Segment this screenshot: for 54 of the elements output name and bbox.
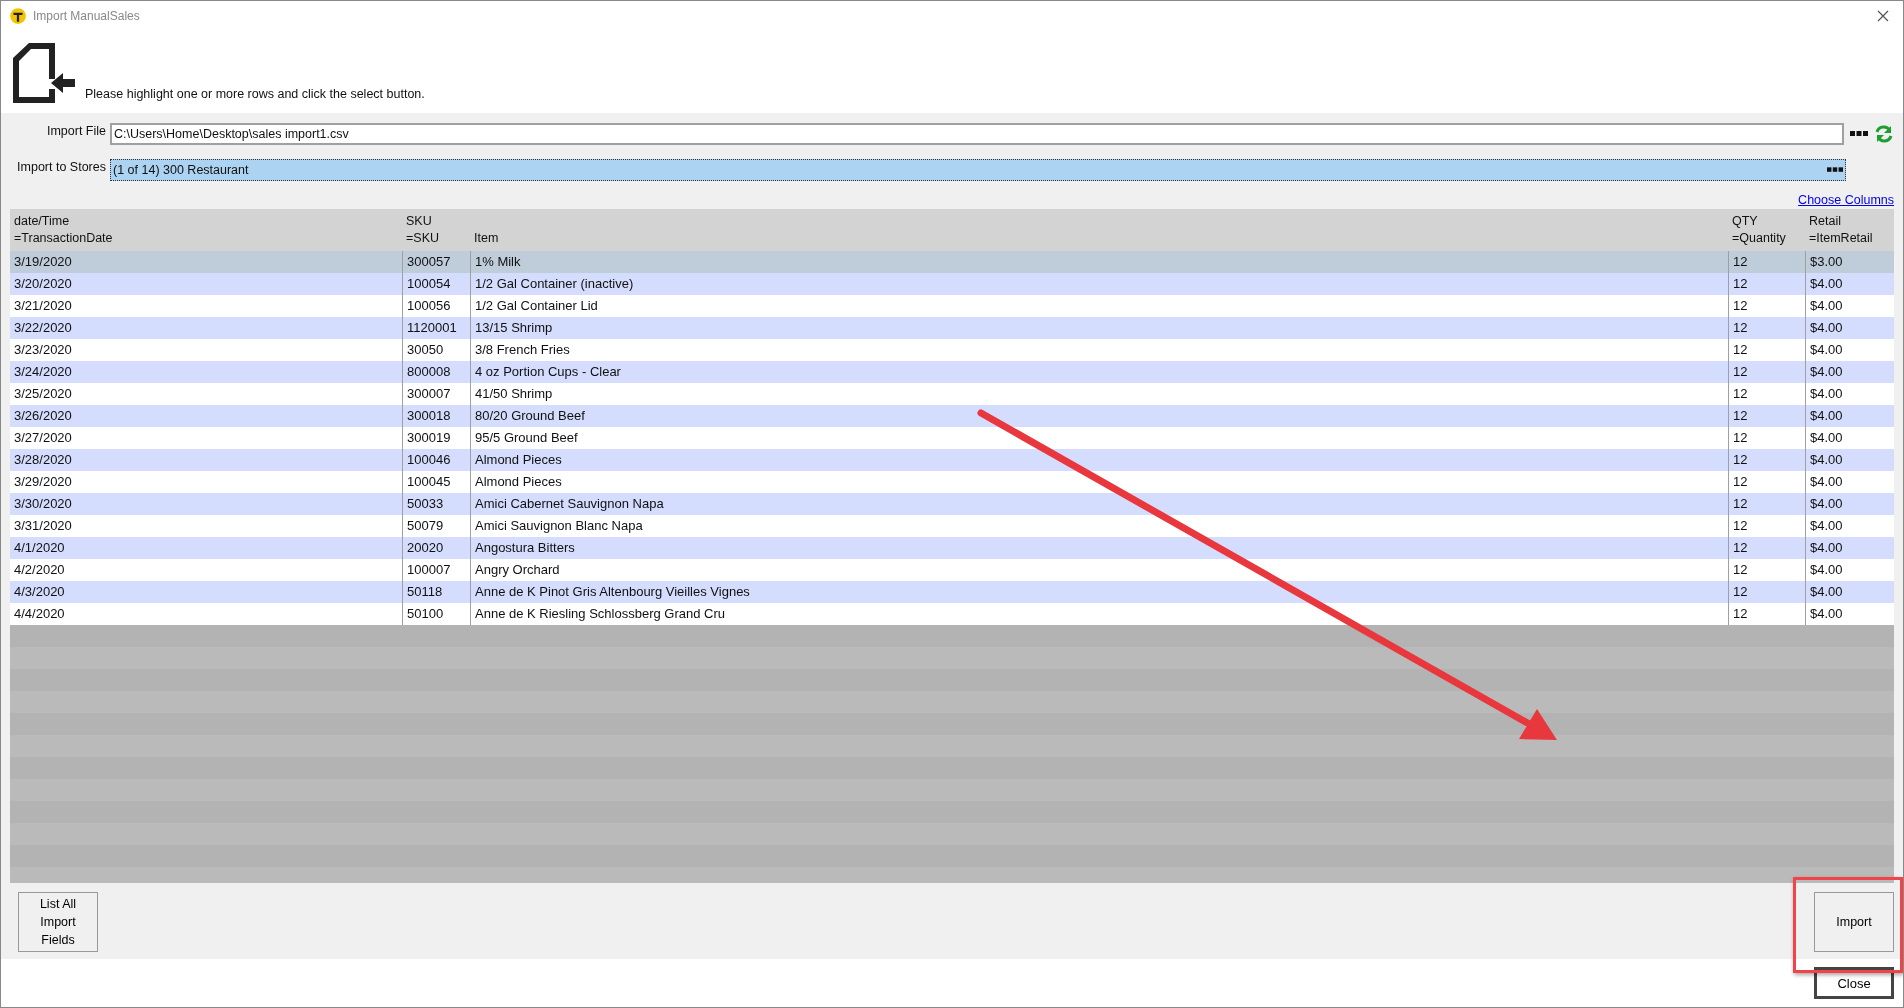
table-row[interactable]: 3/29/2020 100045 Almond Pieces 12 $4.00 xyxy=(10,471,1894,493)
import-file-field[interactable]: C:\Users\Home\Desktop\sales import1.csv xyxy=(110,123,1844,145)
table-cell-text: 3/22/2020 xyxy=(13,319,73,337)
table-cell-text: 4/4/2020 xyxy=(13,605,66,623)
table-row[interactable]: 3/28/2020 100046 Almond Pieces 12 $4.00 xyxy=(10,449,1894,471)
stores-value: (1 of 14) 300 Restaurant xyxy=(113,163,249,177)
table-row[interactable]: 3/31/2020 50079 Amici Sauvignon Blanc Napa 12 $4.00 xyxy=(10,515,1894,537)
table-cell-text: 3/30/2020 xyxy=(13,495,73,513)
column-header[interactable]: date/Time =TransactionDate xyxy=(10,209,402,251)
import-button[interactable]: Import xyxy=(1814,891,1894,952)
table-cell-text: 3/26/2020 xyxy=(13,407,73,425)
import-file-label: Import File xyxy=(45,124,106,138)
app-logo-icon xyxy=(9,7,27,25)
table-row[interactable]: 4/2/2020 100007 Angry Orchard 12 $4.00 xyxy=(10,559,1894,581)
choose-columns-link[interactable]: Choose Columns xyxy=(1798,193,1894,207)
table-cell-text: 3/20/2020 xyxy=(13,275,73,293)
table-row[interactable]: 3/22/2020 1120001 13/15 Shrimp 12 $4.00 xyxy=(10,317,1894,339)
table-cell-text: 3/28/2020 xyxy=(13,451,73,469)
list-all-import-fields-button[interactable]: List All Import Fields xyxy=(18,891,98,952)
stores-field[interactable]: (1 of 14) 300 Restaurant xyxy=(110,159,1846,181)
table-cell-text: 3/29/2020 xyxy=(13,473,73,491)
table-cell-text: 3/24/2020 xyxy=(13,363,73,381)
table-row[interactable]: 3/23/2020 30050 3/8 French Fries 12 $4.00 xyxy=(10,339,1894,361)
table-cell-text: 3/31/2020 xyxy=(13,517,73,535)
table-row[interactable]: 3/25/2020 300007 41/50 Shrimp 12 $4.00 xyxy=(10,383,1894,405)
column-header[interactable]: QTY =Quantity xyxy=(1728,209,1805,251)
close-button[interactable]: Close xyxy=(1814,967,1894,999)
table-cell-text: 3/19/2020 xyxy=(13,253,73,271)
table-cell-text: 3/25/2020 xyxy=(13,385,73,403)
table-row[interactable]: 3/20/2020 100054 1/2 Gal Container (inactive) 12 $4.00 xyxy=(10,273,1894,295)
import-to-stores-label: Import to Stores xyxy=(16,160,106,174)
ellipsis-icon[interactable] xyxy=(1827,167,1843,173)
table-row[interactable]: 4/4/2020 50100 Anne de K Riesling Schlossberg Grand Cru 12 $4.00 xyxy=(10,603,1894,625)
table-row[interactable]: 3/19/2020 300057 1% Milk 12 $3.00 xyxy=(10,251,1894,273)
table-cell-text: 3/27/2020 xyxy=(13,429,73,447)
table-cell-text: 3/23/2020 xyxy=(13,341,73,359)
table-row[interactable]: 3/24/2020 800008 4 oz Portion Cups - Clear 12 $4.00 xyxy=(10,361,1894,383)
table-cell-text: 3/21/2020 xyxy=(13,297,73,315)
table-row[interactable]: 3/30/2020 50033 Amici Cabernet Sauvignon Napa 12 $4.00 xyxy=(10,493,1894,515)
table-cell-text: 4/2/2020 xyxy=(13,561,66,579)
table-row[interactable]: 3/21/2020 100056 1/2 Gal Container Lid 12 $4.00 xyxy=(10,295,1894,317)
column-header[interactable]: SKU =SKU xyxy=(402,209,470,251)
table-row[interactable]: 4/3/2020 50118 Anne de K Pinot Gris Altenbourg Vieilles Vignes 12 $4.00 xyxy=(10,581,1894,603)
window-title: Import ManualSales xyxy=(33,9,141,23)
ellipsis-icon xyxy=(1850,131,1868,137)
table-row[interactable]: 3/27/2020 300019 95/5 Ground Beef 12 $4.00 xyxy=(10,427,1894,449)
instruction-text: Please highlight one or more rows and click the select button. xyxy=(85,87,425,101)
close-icon[interactable] xyxy=(1877,10,1889,22)
column-header[interactable]: Item xyxy=(470,209,1728,251)
column-header[interactable]: Retail =ItemRetail xyxy=(1805,209,1894,251)
table-cell-text: 4/3/2020 xyxy=(13,583,66,601)
table-cell-text: 4/1/2020 xyxy=(13,539,66,557)
table-row[interactable]: 4/1/2020 20020 Angostura Bitters 12 $4.00 xyxy=(10,537,1894,559)
table-row[interactable]: 3/26/2020 300018 80/20 Ground Beef 12 $4.00 xyxy=(10,405,1894,427)
